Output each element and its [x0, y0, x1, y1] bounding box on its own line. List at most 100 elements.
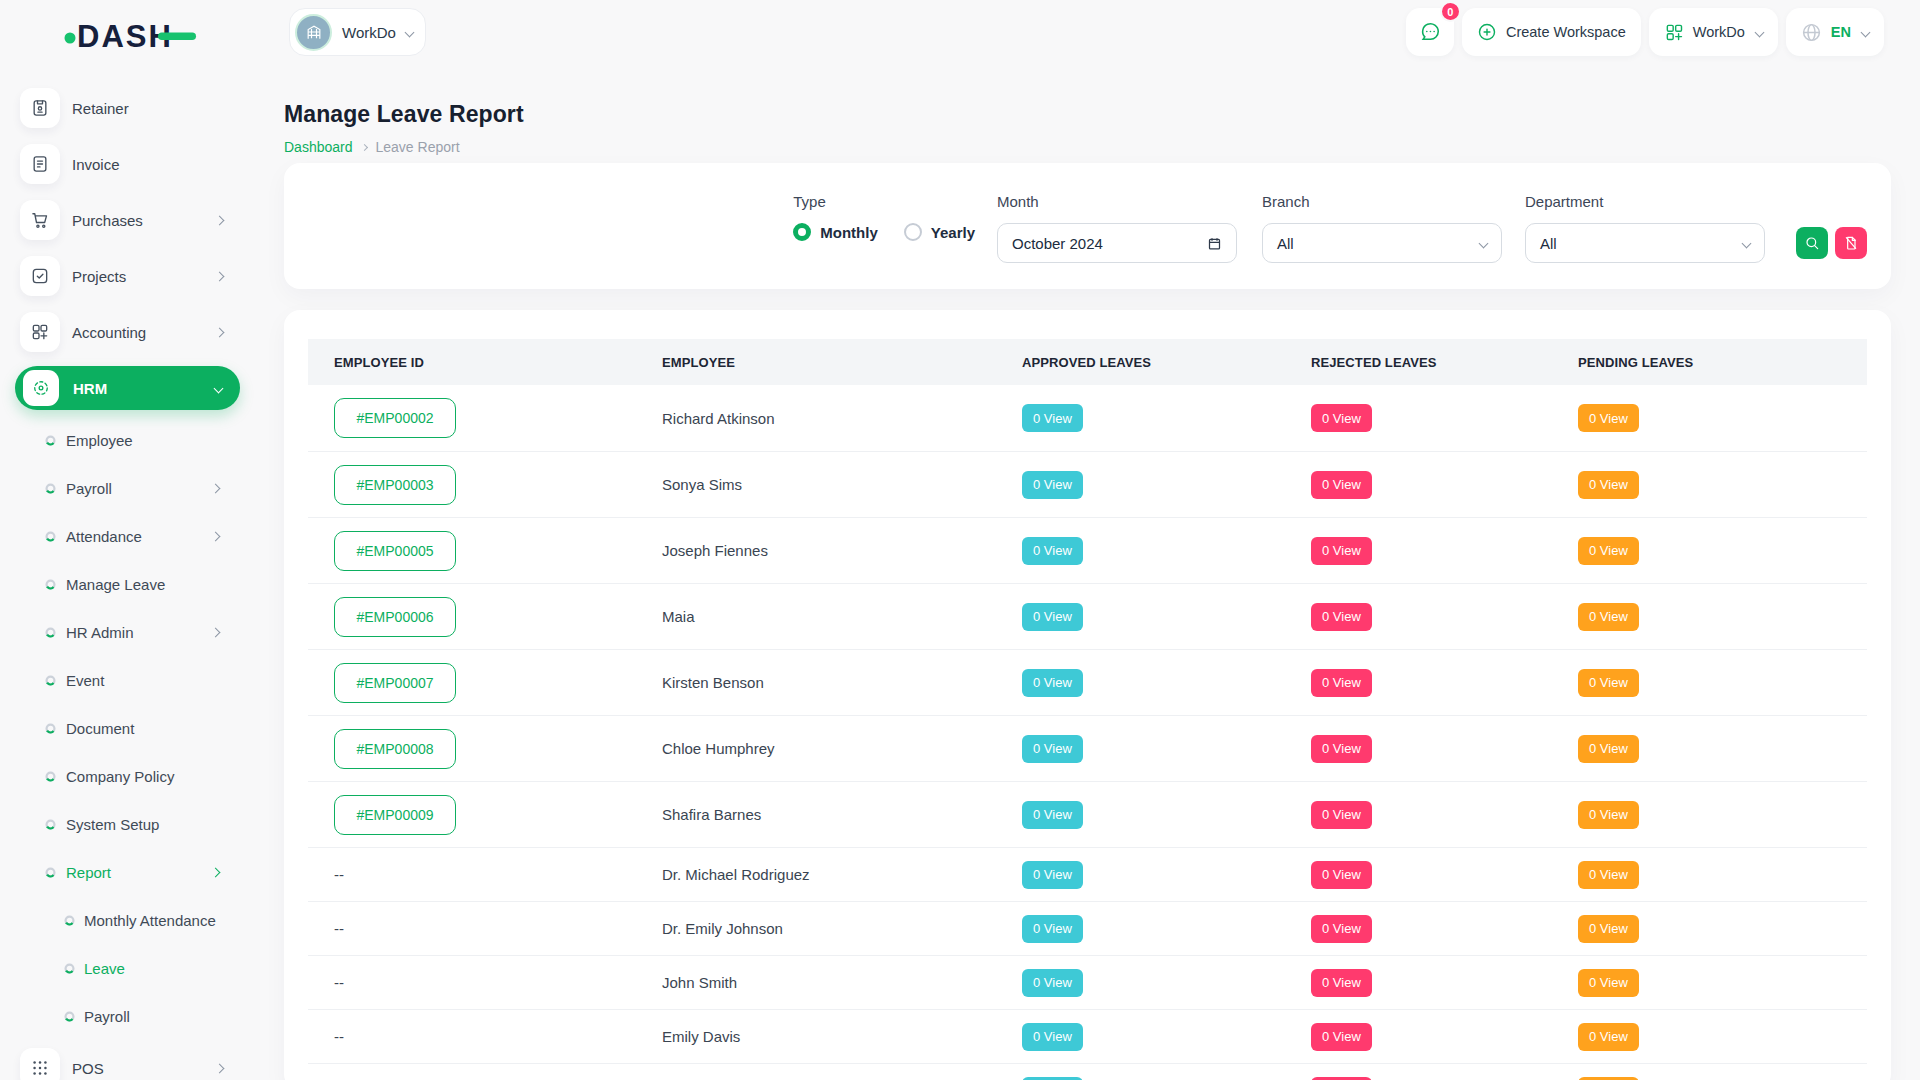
rejected-leaves-badge[interactable]: 0 View [1311, 735, 1372, 763]
rejected-leaves-badge[interactable]: 0 View [1311, 669, 1372, 697]
sidebar-item-pos[interactable]: POS [0, 1040, 265, 1080]
department-select[interactable]: All [1525, 223, 1765, 263]
radio-yearly-control[interactable] [904, 223, 922, 241]
pending-leaves-badge[interactable]: 0 View [1578, 669, 1639, 697]
approved-leaves-cell: 0 View [1000, 1023, 1290, 1051]
month-input[interactable]: October 2024 [997, 223, 1237, 263]
pending-leaves-badge[interactable]: 0 View [1578, 969, 1639, 997]
rejected-leaves-badge[interactable]: 0 View [1311, 801, 1372, 829]
approved-leaves-badge[interactable]: 0 View [1022, 861, 1083, 889]
breadcrumb-separator-icon [360, 144, 367, 151]
pending-leaves-badge[interactable]: 0 View [1578, 603, 1639, 631]
rejected-leaves-cell: 0 View [1290, 969, 1555, 997]
approved-leaves-badge[interactable]: 0 View [1022, 969, 1083, 997]
dash-logo-graphic: DASH [63, 15, 208, 55]
radio-monthly-label: Monthly [820, 224, 878, 241]
sidebar-item-system-setup[interactable]: System Setup [0, 800, 265, 848]
pending-leaves-badge[interactable]: 0 View [1578, 735, 1639, 763]
employee-id-badge[interactable]: #EMP00008 [334, 729, 456, 769]
pending-leaves-badge[interactable]: 0 View [1578, 1023, 1639, 1051]
rejected-leaves-badge[interactable]: 0 View [1311, 915, 1372, 943]
employee-id-cell: #EMP00008 [308, 729, 640, 769]
pending-leaves-badge[interactable]: 0 View [1578, 471, 1639, 499]
sidebar-item-hr-admin[interactable]: HR Admin [0, 608, 265, 656]
radio-monthly-control[interactable] [793, 223, 811, 241]
employee-id-empty: -- [334, 866, 344, 883]
approved-leaves-badge[interactable]: 0 View [1022, 471, 1083, 499]
chat-count-badge: 0 [1440, 1, 1461, 22]
approved-leaves-badge[interactable]: 0 View [1022, 915, 1083, 943]
pending-leaves-badge[interactable]: 0 View [1578, 915, 1639, 943]
chevron-down-icon [404, 27, 414, 37]
language-button[interactable]: EN [1786, 8, 1884, 56]
rejected-leaves-badge[interactable]: 0 View [1311, 537, 1372, 565]
reset-filter-button[interactable] [1835, 227, 1867, 259]
create-workspace-label: Create Workspace [1506, 24, 1626, 40]
approved-leaves-badge[interactable]: 0 View [1022, 404, 1083, 432]
rejected-leaves-cell: 0 View [1290, 603, 1555, 631]
sidebar-item-attendance[interactable]: Attendance [0, 512, 265, 560]
sidebar-item-document[interactable]: Document [0, 704, 265, 752]
rejected-leaves-badge[interactable]: 0 View [1311, 861, 1372, 889]
sidebar-item-retainer[interactable]: Retainer [0, 80, 265, 136]
pending-leaves-badge[interactable]: 0 View [1578, 404, 1639, 432]
rejected-leaves-badge[interactable]: 0 View [1311, 404, 1372, 432]
sidebar-item-monthly-attendance[interactable]: Monthly Attendance [0, 896, 265, 944]
sidebar-item-payroll[interactable]: Payroll [0, 464, 265, 512]
sidebar-item-projects[interactable]: Projects [0, 248, 265, 304]
sidebar-item-event[interactable]: Event [0, 656, 265, 704]
employee-id-badge[interactable]: #EMP00009 [334, 795, 456, 835]
pending-leaves-badge[interactable]: 0 View [1578, 861, 1639, 889]
messages-button[interactable]: 0 [1406, 8, 1454, 56]
table-row: -- Dr. Emily Johnson 0 View 0 View 0 Vie… [308, 901, 1867, 955]
chevron-right-icon [211, 483, 221, 493]
approved-leaves-badge[interactable]: 0 View [1022, 1023, 1083, 1051]
rejected-leaves-badge[interactable]: 0 View [1311, 603, 1372, 631]
sidebar-item-hrm[interactable]: HRM [0, 360, 265, 416]
department-filter: Department All [1525, 193, 1765, 263]
brand-logo[interactable]: DASH [0, 0, 265, 70]
approved-leaves-badge[interactable]: 0 View [1022, 537, 1083, 565]
employee-id-cell: #EMP00002 [308, 398, 640, 438]
rejected-leaves-badge[interactable]: 0 View [1311, 1023, 1372, 1051]
approved-leaves-badge[interactable]: 0 View [1022, 669, 1083, 697]
workspace-selector[interactable]: WorkDo [289, 8, 426, 56]
employee-id-badge[interactable]: #EMP00005 [334, 531, 456, 571]
branch-select[interactable]: All [1262, 223, 1502, 263]
create-workspace-button[interactable]: Create Workspace [1462, 8, 1641, 56]
search-button[interactable] [1796, 227, 1828, 259]
approved-leaves-badge[interactable]: 0 View [1022, 801, 1083, 829]
pending-leaves-cell: 0 View [1555, 969, 1867, 997]
rejected-leaves-badge[interactable]: 0 View [1311, 471, 1372, 499]
rejected-leaves-cell: 0 View [1290, 669, 1555, 697]
employee-name: Dr. Emily Johnson [640, 920, 1000, 937]
radio-monthly[interactable]: Monthly [793, 223, 878, 241]
chevron-right-icon [215, 1063, 225, 1073]
sidebar-item-leave[interactable]: Leave [0, 944, 265, 992]
sidebar-item-purchases[interactable]: Purchases [0, 192, 265, 248]
sidebar-item-manage-leave[interactable]: Manage Leave [0, 560, 265, 608]
breadcrumb-dashboard-link[interactable]: Dashboard [284, 139, 353, 155]
pending-leaves-badge[interactable]: 0 View [1578, 801, 1639, 829]
sidebar-item-accounting[interactable]: Accounting [0, 304, 265, 360]
approved-leaves-badge[interactable]: 0 View [1022, 603, 1083, 631]
radio-yearly[interactable]: Yearly [904, 223, 975, 241]
rejected-leaves-badge[interactable]: 0 View [1311, 969, 1372, 997]
sidebar: DASH RetainerInvoicePurchasesProjectsAcc… [0, 0, 265, 1080]
sidebar-item-report[interactable]: Report [0, 848, 265, 896]
employee-id-badge[interactable]: #EMP00003 [334, 465, 456, 505]
sidebar-item-company-policy[interactable]: Company Policy [0, 752, 265, 800]
sidebar-item-invoice[interactable]: Invoice [0, 136, 265, 192]
pending-leaves-badge[interactable]: 0 View [1578, 537, 1639, 565]
employee-id-badge[interactable]: #EMP00006 [334, 597, 456, 637]
pending-leaves-cell: 0 View [1555, 537, 1867, 565]
sidebar-item-employee[interactable]: Employee [0, 416, 265, 464]
chevron-down-icon [1754, 27, 1764, 37]
retainer-icon [20, 88, 60, 128]
employee-id-badge[interactable]: #EMP00002 [334, 398, 456, 438]
workdo-menu-button[interactable]: WorkDo [1649, 8, 1778, 56]
rejected-leaves-cell: 0 View [1290, 915, 1555, 943]
approved-leaves-badge[interactable]: 0 View [1022, 735, 1083, 763]
employee-id-badge[interactable]: #EMP00007 [334, 663, 456, 703]
sidebar-item-payroll[interactable]: Payroll [0, 992, 265, 1040]
